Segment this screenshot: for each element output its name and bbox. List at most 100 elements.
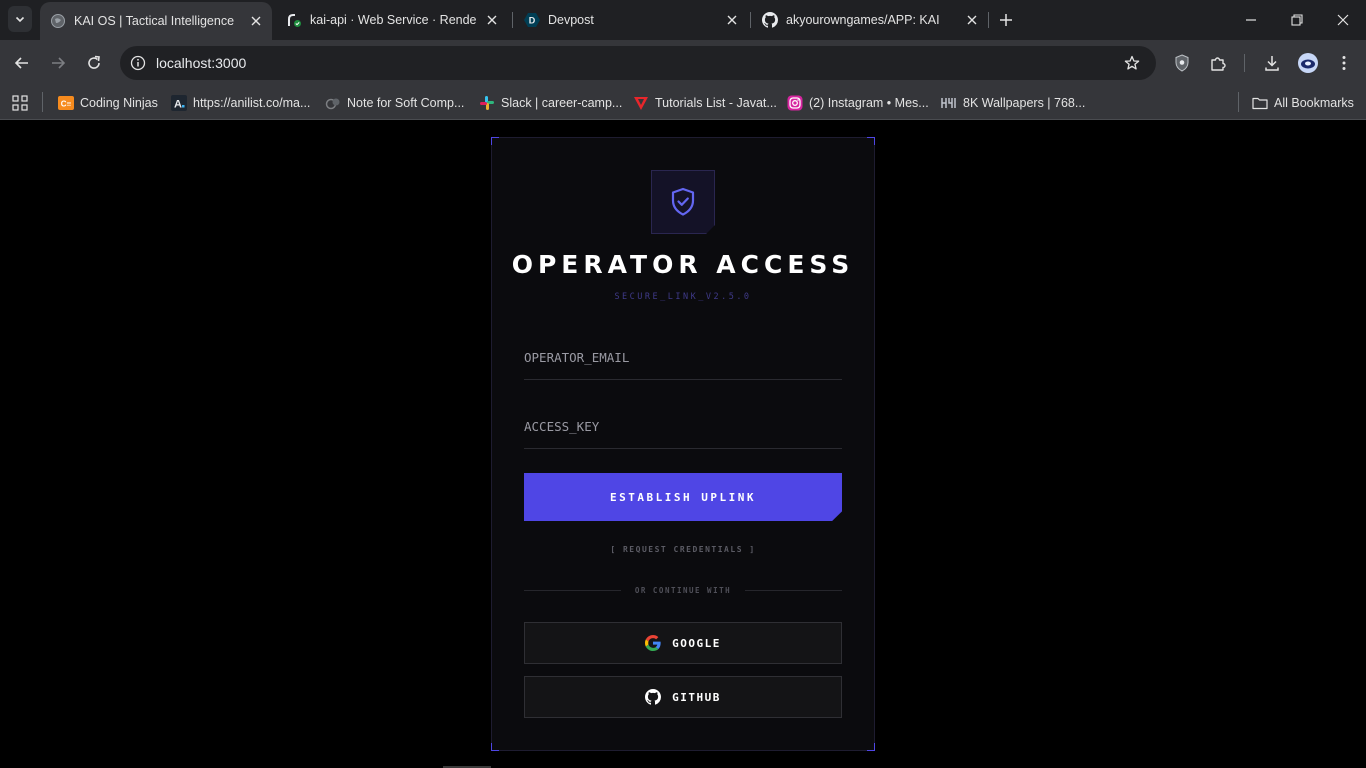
tab-title: kai-api · Web Service · Render xyxy=(310,13,476,27)
chevron-down-icon xyxy=(15,16,25,23)
svg-text:D: D xyxy=(529,16,536,26)
close-window-button[interactable] xyxy=(1320,0,1366,40)
svg-text:C≡: C≡ xyxy=(61,100,72,109)
download-icon[interactable] xyxy=(1261,52,1283,74)
svg-text:A: A xyxy=(174,99,182,111)
bookmark-item[interactable]: Tutorials List - Javat... xyxy=(633,92,777,114)
tab-github-repo[interactable]: akyourowngames/APP: KAI xyxy=(752,0,988,40)
new-tab-button[interactable] xyxy=(996,10,1016,30)
bookmark-item[interactable]: 8K Wallpapers | 768... xyxy=(941,92,1085,114)
reload-button[interactable] xyxy=(82,51,106,75)
instagram-icon xyxy=(787,95,803,111)
wallpapers-icon xyxy=(941,95,957,111)
close-tab-icon[interactable] xyxy=(724,12,740,28)
url-text[interactable]: localhost:3000 xyxy=(156,55,1122,71)
back-button[interactable] xyxy=(10,51,34,75)
page-viewport: OPERATOR ACCESS SECURE_LINK_V2.5.0 ESTAB… xyxy=(0,121,1366,768)
corner-accent xyxy=(491,743,499,751)
corner-accent xyxy=(867,137,875,145)
arrow-left-icon xyxy=(14,57,28,69)
tab-strip: KAI OS | Tactical Intelligence kai-api ·… xyxy=(0,0,1366,40)
bookmark-label: (2) Instagram • Mes... xyxy=(809,96,929,110)
login-card: OPERATOR ACCESS SECURE_LINK_V2.5.0 ESTAB… xyxy=(491,137,875,751)
bookmark-label: Coding Ninjas xyxy=(80,96,158,110)
tab-separator xyxy=(512,12,513,28)
establish-uplink-button[interactable]: ESTABLISH UPLINK xyxy=(524,473,842,521)
page-title: OPERATOR ACCESS xyxy=(511,250,855,279)
tab-kai-api[interactable]: kai-api · Web Service · Render xyxy=(276,0,508,40)
shield-extension-icon[interactable] xyxy=(1171,52,1193,74)
tab-devpost[interactable]: D Devpost xyxy=(514,0,748,40)
github-login-button[interactable]: GITHUB xyxy=(524,676,842,718)
tab-title: akyourowngames/APP: KAI xyxy=(786,13,940,27)
browser-toolbar: localhost:3000 xyxy=(0,40,1366,86)
shield-check-icon xyxy=(671,187,695,216)
extensions-puzzle-icon[interactable] xyxy=(1207,52,1229,74)
close-tab-icon[interactable] xyxy=(484,12,500,28)
github-icon xyxy=(645,689,662,705)
globe-icon xyxy=(50,13,66,29)
apps-grid-icon xyxy=(12,95,28,111)
google-label: GOOGLE xyxy=(672,636,721,650)
profile-avatar[interactable] xyxy=(1297,52,1319,74)
tab-kai-os[interactable]: KAI OS | Tactical Intelligence xyxy=(40,2,272,40)
logo-badge xyxy=(651,170,715,234)
all-bookmarks-label: All Bookmarks xyxy=(1274,96,1354,110)
bookmarks-bar: C≡ Coding Ninjas A https://anilist.co/ma… xyxy=(0,86,1366,120)
tab-title: KAI OS | Tactical Intelligence xyxy=(74,14,235,28)
coding-ninjas-icon: C≡ xyxy=(58,95,74,111)
close-icon xyxy=(1337,14,1349,26)
render-icon xyxy=(286,12,302,28)
email-input[interactable] xyxy=(524,336,842,379)
bookmark-star-icon[interactable] xyxy=(1122,53,1142,73)
apps-button[interactable] xyxy=(12,92,28,114)
tab-title: Devpost xyxy=(548,13,594,27)
plus-icon xyxy=(1000,14,1012,26)
kebab-menu-icon[interactable] xyxy=(1333,52,1355,74)
version-subtitle: SECURE_LINK_V2.5.0 xyxy=(614,292,752,302)
google-login-button[interactable]: GOOGLE xyxy=(524,622,842,664)
slack-icon xyxy=(479,95,495,111)
bookmarks-separator xyxy=(42,92,43,112)
close-tab-icon[interactable] xyxy=(248,13,264,29)
bookmark-item[interactable]: A https://anilist.co/ma... xyxy=(171,92,310,114)
minimize-icon xyxy=(1246,19,1256,21)
minimize-button[interactable] xyxy=(1228,0,1274,40)
bookmark-label: 8K Wallpapers | 768... xyxy=(963,96,1086,110)
github-label: GITHUB xyxy=(672,690,721,704)
reload-icon xyxy=(88,55,100,69)
bookmark-label: Slack | career-camp... xyxy=(501,96,623,110)
password-input[interactable] xyxy=(524,405,842,448)
arrow-right-icon xyxy=(52,57,66,69)
note-icon xyxy=(325,95,341,111)
bookmark-label: https://anilist.co/ma... xyxy=(193,96,311,110)
anilist-icon: A xyxy=(171,95,187,111)
divider: OR CONTINUE WITH xyxy=(524,584,842,596)
bookmark-label: Note for Soft Comp... xyxy=(347,96,465,110)
address-bar[interactable]: localhost:3000 xyxy=(120,46,1156,80)
corner-accent xyxy=(867,743,875,751)
bookmark-label: Tutorials List - Javat... xyxy=(655,96,777,110)
email-field xyxy=(524,336,842,380)
divider-text: OR CONTINUE WITH xyxy=(634,585,732,595)
devpost-icon: D xyxy=(524,12,540,28)
bookmark-item[interactable]: Slack | career-camp... xyxy=(479,92,622,114)
password-field xyxy=(524,405,842,449)
tab-search-button[interactable] xyxy=(8,6,32,32)
site-info-icon[interactable] xyxy=(128,53,148,73)
divider-line xyxy=(745,589,842,591)
forward-button[interactable] xyxy=(46,51,70,75)
corner-accent xyxy=(491,137,499,145)
request-credentials-link[interactable]: [ REQUEST CREDENTIALS ] xyxy=(492,545,874,554)
folder-icon xyxy=(1252,95,1268,111)
all-bookmarks-button[interactable]: All Bookmarks xyxy=(1252,92,1354,114)
divider-line xyxy=(524,589,621,591)
tab-separator xyxy=(750,12,751,28)
tab-separator xyxy=(988,12,989,28)
restore-icon xyxy=(1291,14,1303,26)
bookmark-item[interactable]: C≡ Coding Ninjas xyxy=(58,92,158,114)
bookmark-item[interactable]: Note for Soft Comp... xyxy=(325,92,464,114)
close-tab-icon[interactable] xyxy=(964,12,980,28)
restore-button[interactable] xyxy=(1274,0,1320,40)
bookmark-item[interactable]: (2) Instagram • Mes... xyxy=(787,92,929,114)
